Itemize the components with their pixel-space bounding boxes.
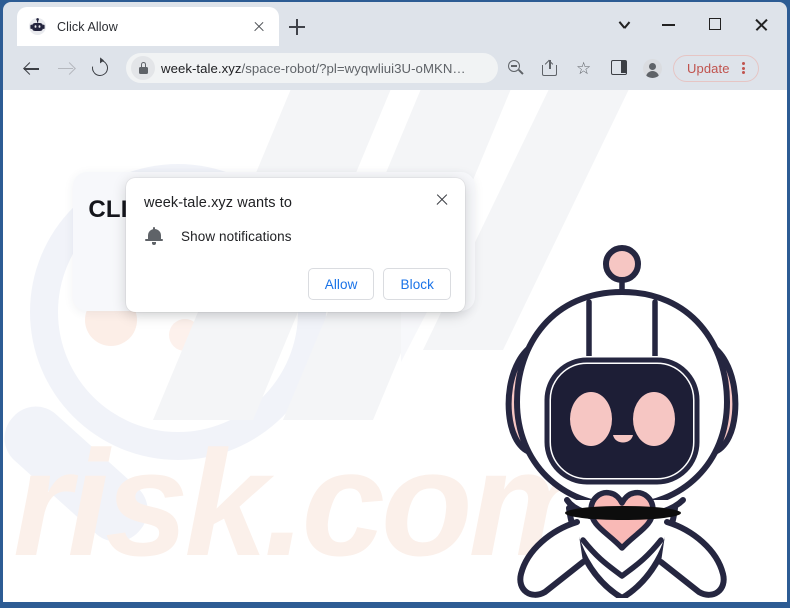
browser-toolbar: week-tale.xyz/space-robot/?pl=wyqwliui3U…: [3, 46, 787, 90]
permission-row: Show notifications: [144, 226, 292, 246]
arrow-forward-icon: [58, 61, 73, 76]
profile-button[interactable]: [636, 52, 668, 84]
update-button[interactable]: Update: [673, 54, 759, 82]
allow-button[interactable]: Allow: [307, 268, 375, 300]
block-button[interactable]: Block: [383, 268, 451, 300]
chevron-down-icon: [619, 20, 630, 31]
permission-label: Show notifications: [181, 228, 292, 244]
robot-favicon: [29, 18, 46, 35]
arrow-back-icon: [24, 61, 39, 76]
browser-chrome: Click Allow week-tale.xyz/space-robot/?p…: [3, 2, 787, 90]
permission-dialog-actions: Allow Block: [307, 268, 451, 300]
share-button[interactable]: [534, 52, 566, 84]
bookmark-button[interactable]: ☆: [568, 52, 600, 84]
new-tab-button[interactable]: [284, 14, 310, 40]
minimize-icon: [662, 24, 675, 26]
notification-permission-dialog: week-tale.xyz wants to Show notification…: [126, 178, 465, 312]
speech-bubble-tail: [401, 308, 429, 362]
space-robot-mascot: [505, 245, 739, 598]
reload-button[interactable]: [83, 51, 117, 85]
permission-dialog-close-icon[interactable]: [431, 188, 453, 210]
back-button[interactable]: [15, 51, 49, 85]
address-bar[interactable]: week-tale.xyz/space-robot/?pl=wyqwliui3U…: [126, 53, 498, 83]
tab-strip: Click Allow: [3, 2, 787, 46]
url-host: week-tale.xyz: [161, 60, 242, 76]
permission-dialog-title: week-tale.xyz wants to: [144, 195, 293, 211]
bookmark-star-icon: ☆: [576, 59, 592, 78]
tab-title: Click Allow: [57, 19, 118, 34]
browser-tab[interactable]: Click Allow: [17, 7, 279, 46]
side-panel-button[interactable]: [602, 52, 634, 84]
profile-avatar-icon: [643, 59, 662, 78]
zoom-out-icon: [508, 60, 524, 76]
update-label: Update: [687, 60, 730, 76]
close-icon: [754, 18, 767, 31]
tab-search-button[interactable]: [603, 4, 648, 44]
url-text: week-tale.xyz/space-robot/?pl=wyqwliui3U…: [161, 61, 466, 76]
more-vertical-icon[interactable]: [735, 58, 753, 78]
close-window-button[interactable]: [738, 4, 783, 44]
bell-icon: [144, 226, 164, 246]
browser-window: Click Allow week-tale.xyz/space-robot/?p…: [0, 0, 790, 608]
lock-icon[interactable]: [131, 56, 155, 80]
forward-button: [49, 51, 83, 85]
maximize-button[interactable]: [693, 4, 738, 44]
page-viewport: risk.com CLICK ALLOW TO PROVE THAT YOU A…: [3, 90, 787, 602]
reload-icon: [88, 56, 112, 80]
side-panel-icon: [611, 60, 627, 75]
tab-close-icon[interactable]: [249, 17, 269, 37]
minimize-button[interactable]: [648, 4, 693, 44]
zoom-out-button[interactable]: [500, 52, 532, 84]
url-path: /space-robot/?pl=wyqwliui3U-oMKN…: [241, 60, 466, 76]
maximize-icon: [709, 18, 721, 30]
window-controls: [603, 2, 783, 46]
robot-shadow: [565, 506, 681, 520]
share-icon: [542, 59, 559, 77]
